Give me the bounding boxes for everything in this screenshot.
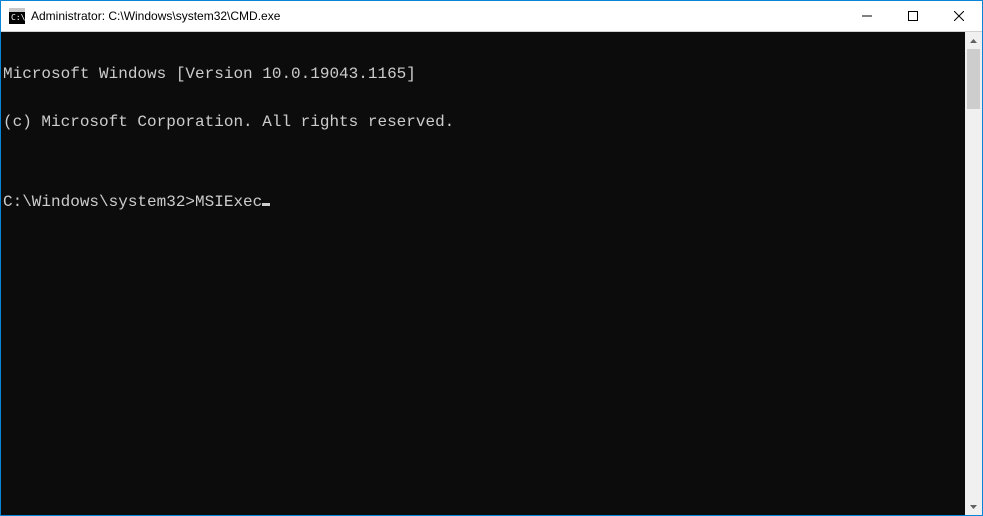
- close-icon: [954, 11, 964, 21]
- client-area: Microsoft Windows [Version 10.0.19043.11…: [1, 32, 982, 515]
- vertical-scrollbar[interactable]: [965, 32, 982, 515]
- maximize-icon: [908, 11, 918, 21]
- minimize-button[interactable]: [844, 1, 890, 31]
- console-line: Microsoft Windows [Version 10.0.19043.11…: [3, 66, 965, 82]
- scroll-thumb[interactable]: [967, 49, 980, 109]
- titlebar[interactable]: C:\ Administrator: C:\Windows\system32\C…: [1, 1, 982, 32]
- scroll-down-icon: [970, 505, 977, 509]
- scroll-down-button[interactable]: [965, 498, 982, 515]
- maximize-button[interactable]: [890, 1, 936, 31]
- window-controls: [844, 1, 982, 31]
- scroll-up-icon: [970, 39, 977, 43]
- text-cursor: [262, 203, 270, 206]
- cmd-icon: C:\: [9, 8, 25, 24]
- window-title: Administrator: C:\Windows\system32\CMD.e…: [31, 9, 844, 23]
- console-output[interactable]: Microsoft Windows [Version 10.0.19043.11…: [1, 32, 965, 515]
- scroll-up-button[interactable]: [965, 32, 982, 49]
- console-line: (c) Microsoft Corporation. All rights re…: [3, 114, 965, 130]
- close-button[interactable]: [936, 1, 982, 31]
- prompt-text: C:\Windows\system32>: [3, 193, 195, 211]
- prompt-line: C:\Windows\system32>MSIExec: [3, 194, 965, 210]
- cmd-window: C:\ Administrator: C:\Windows\system32\C…: [0, 0, 983, 516]
- command-input[interactable]: MSIExec: [195, 193, 262, 211]
- minimize-icon: [862, 11, 872, 21]
- svg-text:C:\: C:\: [11, 13, 25, 22]
